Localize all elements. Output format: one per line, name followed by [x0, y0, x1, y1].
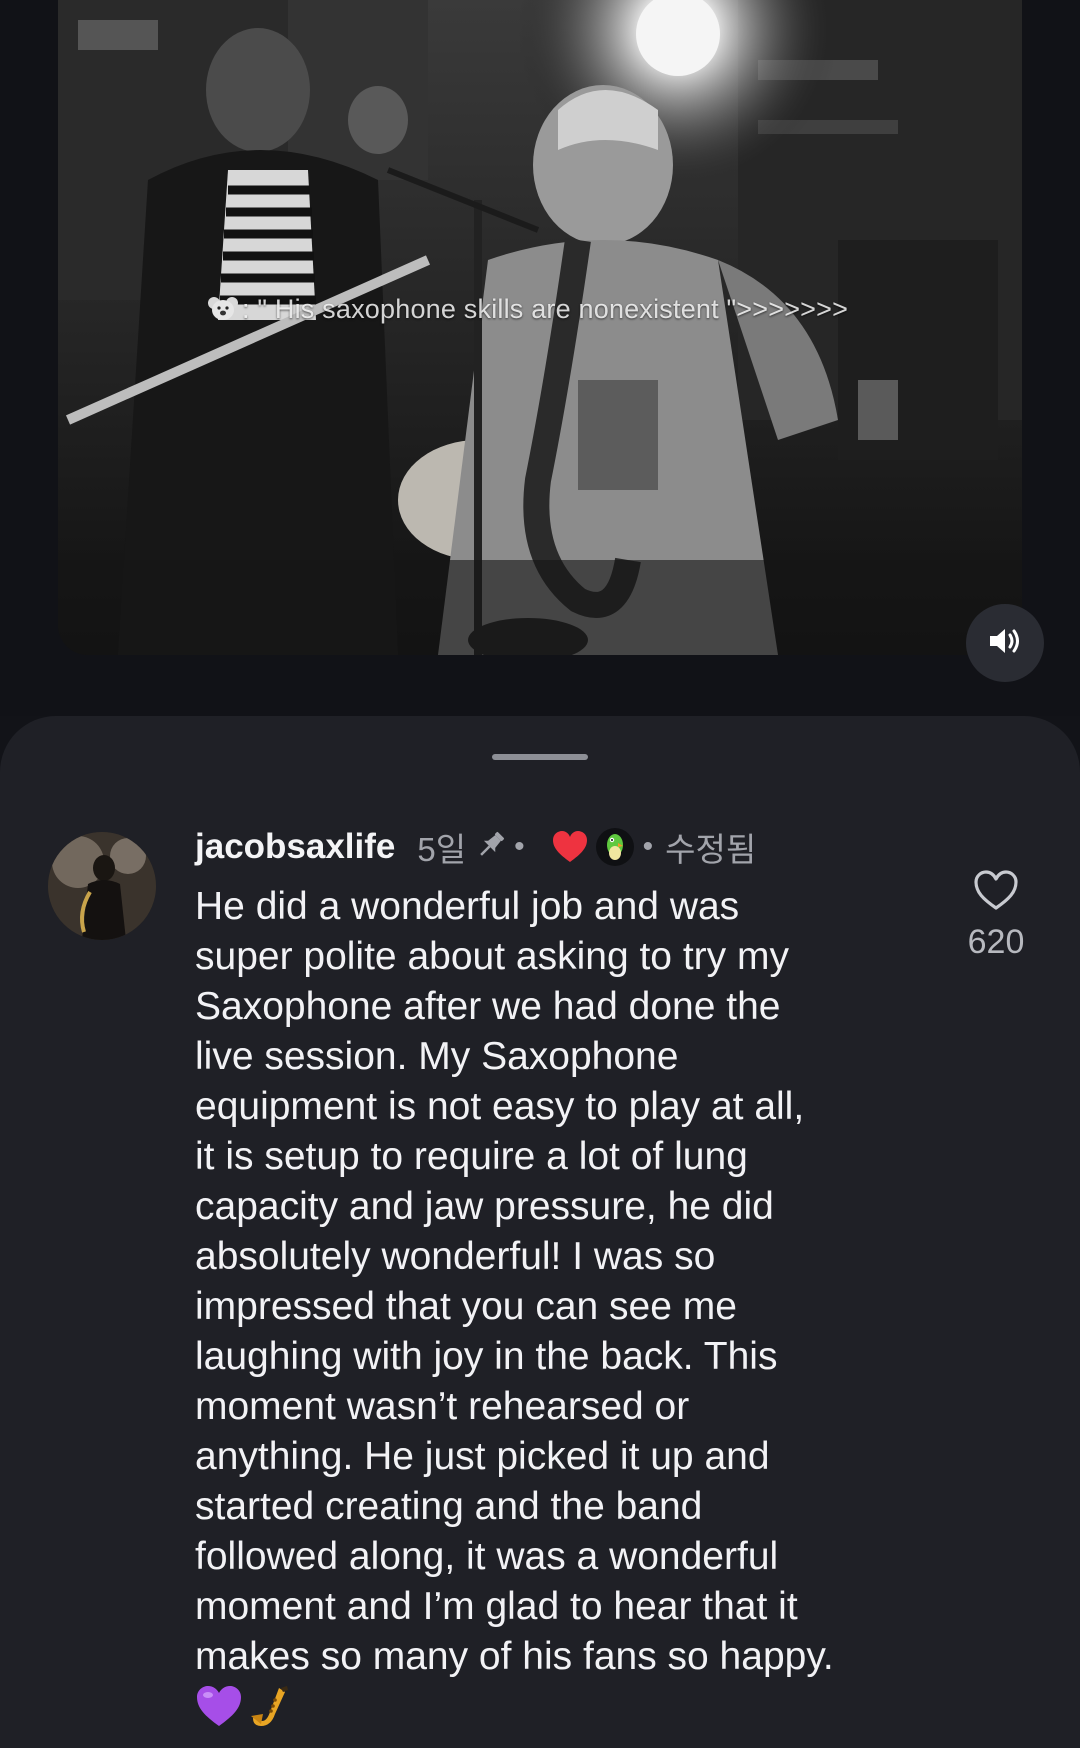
video-caption: : " His saxophone skills are nonexistent… [208, 294, 848, 325]
heart-icon [551, 830, 589, 864]
comment-meta: jacobsaxlife 5일 • • 수정됨 [195, 822, 756, 872]
volume-on-icon [987, 625, 1023, 662]
comment-emojis [195, 1684, 293, 1737]
sheet-drag-handle[interactable] [492, 754, 588, 760]
saxophone-emoji [245, 1684, 293, 1737]
video-still [58, 0, 1022, 655]
purple-heart-emoji [195, 1684, 243, 1737]
avatar[interactable] [48, 832, 156, 940]
comment-username[interactable]: jacobsaxlife [195, 827, 395, 867]
like-count: 620 [967, 923, 1025, 961]
video-player-area: : " His saxophone skills are nonexistent… [0, 0, 1080, 716]
heart-outline-icon[interactable] [972, 868, 1020, 917]
meta-separator: • [514, 830, 525, 863]
comments-sheet: jacobsaxlife 5일 • • 수정됨 He did a wonderf… [0, 716, 1080, 1748]
meta-separator-2: • [642, 830, 654, 863]
video-caption-text: : " His saxophone skills are nonexistent… [242, 294, 849, 324]
pin-icon [474, 828, 508, 867]
like-column: 620 [960, 868, 1032, 962]
koala-icon [208, 295, 238, 321]
comment-text: He did a wonderful job and was super pol… [195, 885, 834, 1678]
edited-label: 수정됨 [665, 831, 757, 868]
video-frame[interactable] [58, 0, 1022, 655]
comment-time: 5일 [417, 831, 467, 868]
creator-avatar [595, 827, 635, 867]
volume-button[interactable] [966, 604, 1044, 682]
